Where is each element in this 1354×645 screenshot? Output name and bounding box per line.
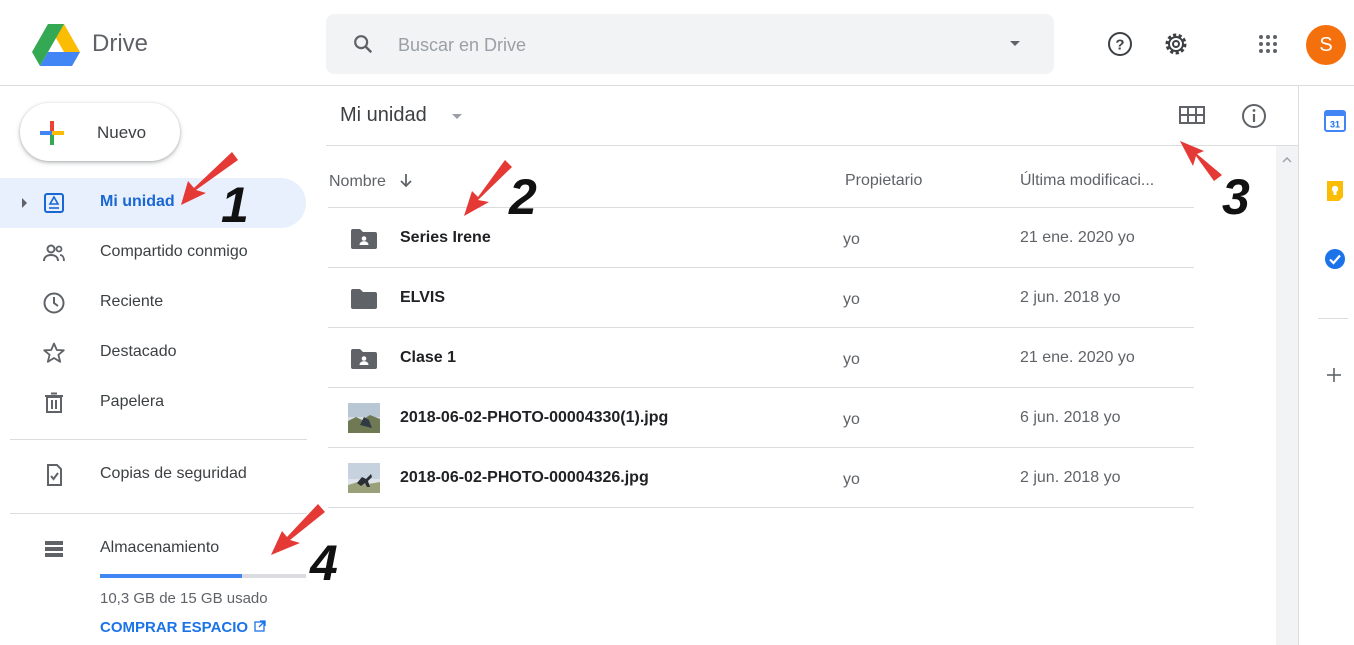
tasks-icon[interactable] <box>1324 248 1346 270</box>
file-name: 2018-06-02-PHOTO-00004330(1).jpg <box>400 409 669 426</box>
help-icon[interactable]: ? <box>1106 30 1134 58</box>
sidebar-item-label: Copias de seguridad <box>100 465 247 482</box>
file-owner: yo <box>843 411 860 428</box>
clock-icon <box>43 292 65 314</box>
plus-icon <box>40 121 64 145</box>
file-name: 2018-06-02-PHOTO-00004326.jpg <box>400 469 649 486</box>
backup-icon <box>47 464 62 486</box>
star-icon <box>43 342 65 363</box>
file-owner: yo <box>843 351 860 368</box>
sidebar-divider <box>10 513 307 514</box>
toolbar-divider <box>326 145 1298 146</box>
sidebar-item-backups[interactable]: Copias de seguridad <box>0 450 306 500</box>
add-addon-icon[interactable] <box>1325 366 1343 384</box>
info-icon[interactable] <box>1240 102 1268 130</box>
shared-folder-icon <box>351 349 377 369</box>
file-name: ELVIS <box>400 289 446 306</box>
sidebar-item-storage[interactable]: Almacenamiento <box>0 524 306 574</box>
column-header-modified[interactable]: Última modificaci... <box>1020 172 1154 190</box>
file-modified: 21 ene. 2020 yo <box>1020 349 1135 366</box>
my-drive-icon <box>44 193 64 213</box>
breadcrumb-caret-icon[interactable] <box>452 114 462 119</box>
calendar-day: 31 <box>1330 120 1340 130</box>
storage-icon <box>45 541 63 557</box>
sidebar-item-starred[interactable]: Destacado <box>0 328 306 378</box>
image-thumbnail-icon <box>348 403 380 433</box>
sidebar-divider <box>10 439 307 440</box>
annotation-label-1: 1 <box>221 177 249 233</box>
file-modified: 2 jun. 2018 yo <box>1020 289 1121 306</box>
sidebar-item-label: Papelera <box>100 393 165 410</box>
sidebar-item-label: Destacado <box>100 343 177 360</box>
app-header: Drive Buscar en Drive ? S <box>0 0 1354 86</box>
app-name: Drive <box>92 30 149 57</box>
file-owner: yo <box>843 231 860 248</box>
file-modified: 6 jun. 2018 yo <box>1020 409 1121 426</box>
sidebar-item-label: Reciente <box>100 293 164 310</box>
grid-view-icon[interactable] <box>1178 103 1206 127</box>
sidebar-item-label: Mi unidad <box>100 193 175 210</box>
search-options-caret-icon[interactable] <box>1010 41 1020 46</box>
sidebar-item-shared[interactable]: Compartido conmigo <box>0 228 306 278</box>
sidebar-item-label: Almacenamiento <box>100 539 220 556</box>
drive-logo-icon[interactable] <box>32 24 80 66</box>
file-owner: yo <box>843 471 860 488</box>
folder-icon <box>351 289 377 309</box>
shared-folder-icon <box>351 229 377 249</box>
annotation-label-3: 3 <box>1222 169 1250 225</box>
buy-storage-link[interactable]: COMPRAR ESPACIO <box>100 619 266 636</box>
search-bar[interactable]: Buscar en Drive <box>326 14 1054 74</box>
table-row[interactable]: Series Irene yo 21 ene. 2020 yo <box>328 208 1194 268</box>
expand-arrow-icon[interactable] <box>22 198 27 208</box>
side-panel-separator <box>1318 318 1348 319</box>
search-input[interactable]: Buscar en Drive <box>398 35 526 56</box>
sidebar-item-my-drive[interactable]: Mi unidad <box>0 178 306 228</box>
table-row[interactable]: 2018-06-02-PHOTO-00004330(1).jpg yo 6 ju… <box>328 388 1194 448</box>
shared-icon <box>43 244 65 262</box>
new-button[interactable]: Nuevo <box>20 103 180 161</box>
trash-icon <box>45 392 63 413</box>
file-modified: 2 jun. 2018 yo <box>1020 469 1121 486</box>
file-owner: yo <box>843 291 860 308</box>
annotation-arrow-3 <box>1180 141 1222 181</box>
sidebar-item-label: Compartido conmigo <box>100 243 248 260</box>
column-header-owner[interactable]: Propietario <box>845 172 922 190</box>
svg-text:?: ? <box>1115 37 1124 54</box>
avatar[interactable]: S <box>1306 25 1346 65</box>
storage-usage-text: 10,3 GB de 15 GB usado <box>100 590 268 607</box>
sidebar-item-recent[interactable]: Reciente <box>0 278 306 328</box>
side-panel-divider <box>1298 86 1299 645</box>
storage-progress-bar <box>100 574 306 578</box>
column-header-name[interactable]: Nombre <box>329 172 414 191</box>
column-header-name-label: Nombre <box>329 173 386 190</box>
sort-arrow-down-icon[interactable] <box>398 172 414 188</box>
scrollbar[interactable] <box>1276 146 1298 645</box>
scroll-up-arrow-icon[interactable] <box>1276 150 1298 168</box>
apps-grid-icon[interactable] <box>1254 30 1282 58</box>
file-name: Series Irene <box>400 229 491 246</box>
keep-icon[interactable] <box>1324 180 1346 202</box>
file-modified: 21 ene. 2020 yo <box>1020 229 1135 246</box>
annotation-label-4: 4 <box>310 535 338 591</box>
search-icon[interactable] <box>352 33 374 55</box>
buy-storage-label: COMPRAR ESPACIO <box>100 619 249 636</box>
settings-icon[interactable] <box>1162 30 1190 58</box>
table-row[interactable]: 2018-06-02-PHOTO-00004326.jpg yo 2 jun. … <box>328 448 1194 508</box>
storage-progress-fill <box>100 574 242 578</box>
image-thumbnail-icon <box>348 463 380 493</box>
table-row[interactable]: Clase 1 yo 21 ene. 2020 yo <box>328 328 1194 388</box>
calendar-icon[interactable]: 31 <box>1324 110 1346 132</box>
annotation-label-2: 2 <box>509 169 537 225</box>
external-link-icon <box>254 620 266 632</box>
sidebar-item-trash[interactable]: Papelera <box>0 378 306 428</box>
table-row[interactable]: ELVIS yo 2 jun. 2018 yo <box>328 268 1194 328</box>
breadcrumb[interactable]: Mi unidad <box>340 104 427 127</box>
file-name: Clase 1 <box>400 349 457 366</box>
new-button-label: Nuevo <box>97 123 147 142</box>
